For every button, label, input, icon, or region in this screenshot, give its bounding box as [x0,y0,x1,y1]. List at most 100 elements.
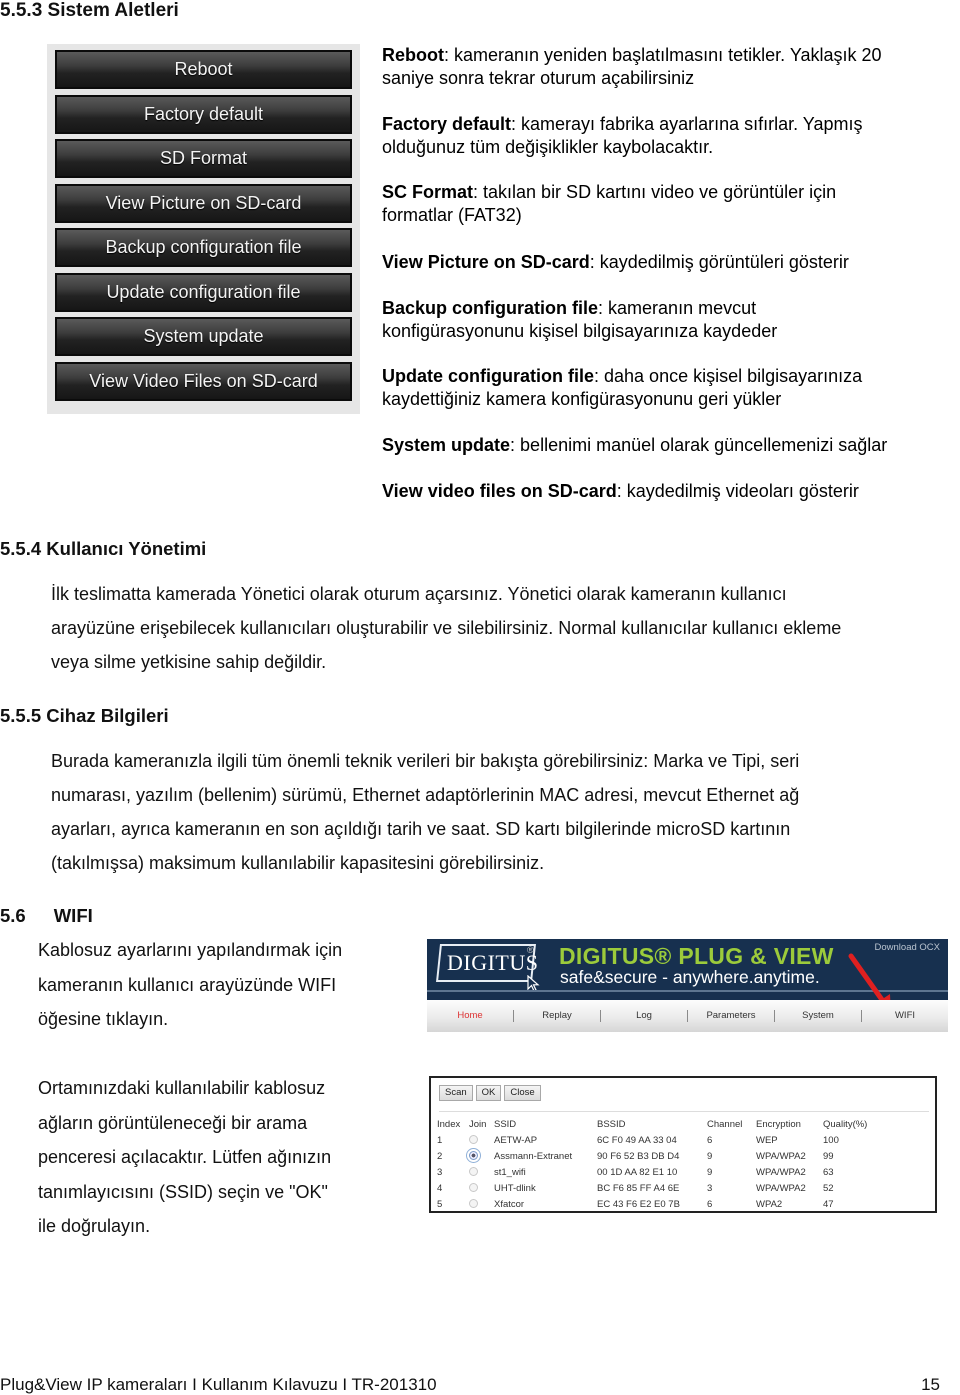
section-heading-text: 5.5.4 Kullanıcı Yönetimi [0,538,207,559]
description-text: : bellenimi manüel olarak güncellemenizi… [510,435,888,455]
paragraph-line: tanımlayıcısını (SSID) seçin ve "OK" [38,1181,328,1202]
cell-index: 5 [437,1198,443,1210]
cell-bssid: BC F6 85 FF A4 6E [597,1182,680,1194]
table-row: 1 AETW-AP 6C F0 49 AA 33 04 6 WEP 100 [437,1132,883,1148]
description-backup-config: Backup configuration file: kameranın mev… [382,297,952,343]
digitus-web-header: DIGITUS ® DIGITUS® PLUG & VIEW safe&secu… [427,939,948,1032]
nav-wifi[interactable]: WIFI [862,1010,948,1022]
backup-config-button[interactable]: Backup configuration file [55,228,352,267]
view-picture-sd-button[interactable]: View Picture on SD-card [55,183,352,223]
table-row: 4 UHT-dlink BC F6 85 FF A4 6E 3 WPA/WPA2… [437,1180,883,1196]
description-text: : kameranın yeniden başlatılmasını tetik… [444,45,882,65]
column-header-join: Join [469,1118,487,1130]
paragraph-line: Ortamınızdaki kullanılabilir kablosuz [38,1078,326,1098]
cell-bssid: EC 43 F6 E2 E0 7B [597,1198,680,1210]
description-update-config: Update configuration file: daha once kiş… [382,365,952,411]
nav-home[interactable]: Home [427,1010,514,1022]
paragraph-line: İlk teslimatta kamerada Yönetici olarak … [51,584,787,604]
join-radio[interactable] [469,1135,478,1145]
description-text: kaydettiğiniz kamera konfigürasyonunu ge… [382,389,782,409]
nav-system[interactable]: System [775,1010,862,1022]
join-radio[interactable] [469,1167,478,1177]
page-number: 15 [921,1375,940,1394]
paragraph-line: (takılmışsa) maksimum kullanılabilir kap… [51,853,545,873]
paragraph-line: ile doğrulayın. [38,1216,151,1236]
description-system-update: System update: bellenimi manüel olarak g… [382,434,952,457]
sd-format-button[interactable]: SD Format [55,139,352,178]
main-nav: Home Replay Log Parameters System WIFI [427,1000,948,1032]
system-update-button[interactable]: System update [55,317,352,356]
cell-encryption: WEP [756,1134,778,1146]
column-header-quality: Quality(%) [823,1118,868,1130]
factory-default-button[interactable]: Factory default [55,94,352,134]
paragraph-line: öğesine tıklayın. [38,1009,169,1029]
paragraph-line: penceresi açılacaktır. Lütfen ağınızın [38,1147,332,1167]
wifi-network-table: Index Join SSID BSSID Channel Encryption… [437,1116,883,1212]
description-term: View video files on SD-card [382,481,617,501]
cell-quality: 52 [823,1182,834,1194]
column-header-bssid: BSSID [597,1118,626,1130]
column-header-encryption: Encryption [756,1118,801,1130]
cell-index: 4 [437,1182,443,1194]
cell-quality: 99 [823,1150,834,1162]
nav-replay[interactable]: Replay [514,1010,601,1022]
nav-parameters[interactable]: Parameters [688,1010,775,1022]
toolbar-divider [439,1111,929,1112]
cell-quality: 47 [823,1198,834,1210]
description-text: formatlar (FAT32) [382,205,522,225]
update-config-button[interactable]: Update configuration file [55,272,352,312]
table-row: 2 Assmann-Extranet 90 F6 52 B3 DB D4 9 W… [437,1148,883,1164]
user-management-paragraph: İlk teslimatta kamerada Yönetici olarak … [51,577,951,679]
cell-encryption: WPA2 [756,1198,783,1210]
description-text: : daha once kişisel bilgisayarınıza [594,366,863,386]
section-number: 5.6 [0,905,26,926]
registered-mark: ® [527,945,534,955]
cell-ssid: Xfatcor [494,1198,525,1210]
table-row: 5 Xfatcor EC 43 F6 E2 E0 7B 6 WPA2 47 [437,1196,883,1212]
view-video-sd-button[interactable]: View Video Files on SD-card [55,361,352,401]
wifi-scan-dialog: Scan OK Close Index Join SSID BSSID Chan… [429,1076,937,1213]
section-heading-system-tools: 5.5.3 Sistem Aletleri [0,0,179,21]
digitus-logo: DIGITUS [447,950,539,975]
description-sd-format: SC Format: takılan bir SD kartını video … [382,181,952,227]
cell-index: 1 [437,1134,443,1146]
nav-log[interactable]: Log [601,1010,688,1022]
description-term: Backup configuration file [382,298,599,318]
reboot-button[interactable]: Reboot [55,50,352,89]
join-radio-selected[interactable] [466,1148,481,1164]
brand-slogan: safe&secure - anywhere.anytime. [560,967,820,987]
description-term: System update [382,435,511,455]
table-header-row: Index Join SSID BSSID Channel Encryption… [437,1116,883,1132]
cell-ssid: st1_wifi [494,1166,526,1178]
column-header-channel: Channel [707,1118,743,1130]
description-factory-default: Factory default: kamerayı fabrika ayarla… [382,113,952,159]
description-reboot: Reboot: kameranın yeniden başlatılmasını… [382,44,952,90]
section-heading-wifi: 5.6 WIFI [0,905,93,927]
description-text: : kaydedilmiş görüntüleri gösterir [589,252,849,272]
section-heading-user-management: 5.5.4 Kullanıcı Yönetimi [0,538,206,560]
ok-button[interactable]: OK [475,1085,502,1101]
paragraph-line: kameranın kullanıcı arayüzünde WIFI [38,974,337,995]
description-text: olduğunuz tüm değişiklikler kaybolacaktı… [382,137,714,157]
cell-index: 2 [437,1150,443,1162]
description-view-video: View video files on SD-card: kaydedilmiş… [382,480,952,503]
description-text: konfigürasyonunu kişisel bilgisayarınıza… [382,321,778,341]
paragraph-line: ayarları, ayrıca kameranın en son açıldı… [51,819,791,839]
description-text: saniye sonra tekrar oturum açabilirsiniz [382,68,695,88]
table-row: 3 st1_wifi 00 1D AA 82 E1 10 9 WPA/WPA2 … [437,1164,883,1180]
join-radio[interactable] [469,1199,478,1209]
brand-title: DIGITUS® PLUG & VIEW [559,943,834,969]
paragraph-line: ağların görüntüleneceği bir arama [38,1112,308,1133]
description-text: : kamerayı fabrika ayarlarına sıfırlar. … [511,114,863,134]
close-button[interactable]: Close [504,1085,541,1101]
paragraph-line: Burada kameranızla ilgili tüm önemli tek… [51,751,800,771]
scan-toolbar: Scan OK Close [439,1085,541,1101]
footer-document-title: Plug&View IP kameraları I Kullanım Kılav… [0,1375,437,1394]
cell-channel: 6 [707,1134,713,1146]
cell-ssid: Assmann-Extranet [494,1150,573,1162]
description-term: SC Format [382,182,474,202]
column-header-ssid: SSID [494,1118,517,1130]
section-title: WIFI [53,905,93,926]
join-radio[interactable] [469,1183,478,1193]
scan-button[interactable]: Scan [439,1085,473,1101]
